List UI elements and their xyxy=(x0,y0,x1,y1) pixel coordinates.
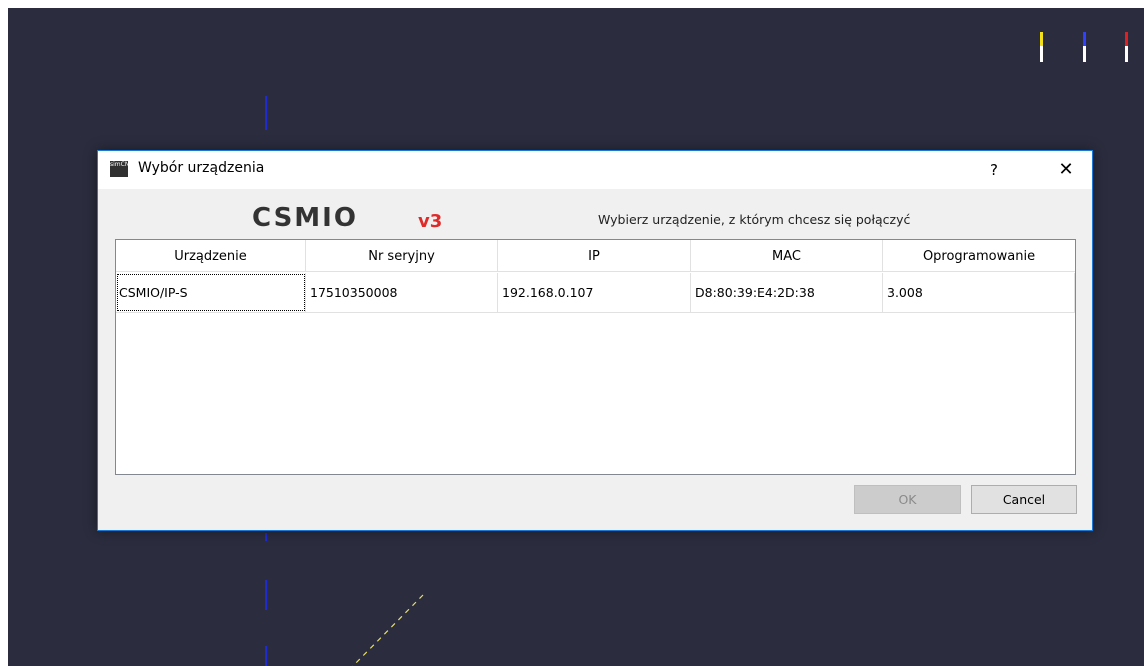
cell-serial[interactable]: 17510350008 xyxy=(306,273,498,312)
toolpath-diagonal xyxy=(352,594,424,666)
column-header-firmware[interactable]: Oprogramowanie xyxy=(883,240,1075,272)
cell-device[interactable]: CSMIO/IP-S xyxy=(116,273,306,312)
y-axis-line-bottom xyxy=(265,646,267,666)
cell-firmware[interactable]: 3.008 xyxy=(883,273,1075,312)
svg-text:CSMIO: CSMIO xyxy=(252,203,358,231)
ok-button[interactable]: OK xyxy=(854,485,961,514)
y-axis-line-lower xyxy=(265,580,267,610)
cell-ip[interactable]: 192.168.0.107 xyxy=(498,273,691,312)
simcnc-app-icon: simCNC xyxy=(110,161,128,177)
column-header-device[interactable]: Urządzenie xyxy=(116,240,306,272)
dialog-title: Wybór urządzenia xyxy=(138,160,265,176)
svg-text:v3: v3 xyxy=(418,211,442,231)
y-axis-line-mid xyxy=(265,533,267,541)
column-header-ip[interactable]: IP xyxy=(498,240,691,272)
axis-marker-red xyxy=(1125,32,1128,62)
column-header-serial[interactable]: Nr seryjny xyxy=(306,240,498,272)
column-header-mac[interactable]: MAC xyxy=(691,240,883,272)
dialog-titlebar[interactable]: simCNC Wybór urządzenia ? ✕ xyxy=(98,151,1092,189)
device-prompt: Wybierz urządzenie, z którym chcesz się … xyxy=(598,212,911,227)
table-row[interactable]: CSMIO/IP-S 17510350008 192.168.0.107 D8:… xyxy=(116,273,1075,313)
help-button[interactable]: ? xyxy=(974,155,1014,185)
cancel-button[interactable]: Cancel xyxy=(971,485,1077,514)
device-selection-dialog: simCNC Wybór urządzenia ? ✕ CSMIO v3 Wyb… xyxy=(97,150,1093,531)
table-header: Urządzenie Nr seryjny IP MAC Oprogramowa… xyxy=(116,240,1075,273)
csmio-logo: CSMIO v3 xyxy=(252,203,442,231)
cell-mac[interactable]: D8:80:39:E4:2D:38 xyxy=(691,273,883,312)
axis-marker-yellow xyxy=(1040,32,1043,62)
axis-marker-blue xyxy=(1083,32,1086,62)
close-button[interactable]: ✕ xyxy=(1043,155,1089,185)
y-axis-line-top xyxy=(265,96,267,130)
device-table[interactable]: Urządzenie Nr seryjny IP MAC Oprogramowa… xyxy=(115,239,1076,475)
